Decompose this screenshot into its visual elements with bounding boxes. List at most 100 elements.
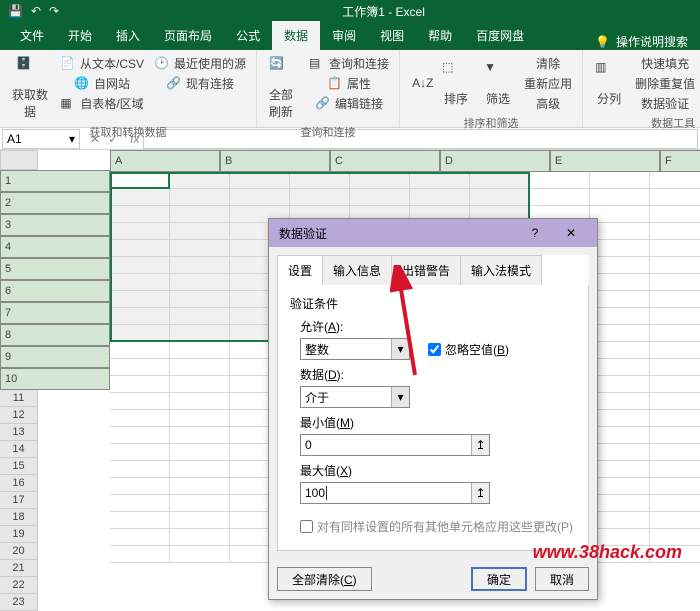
col-header[interactable]: A bbox=[110, 150, 220, 172]
cell[interactable] bbox=[170, 427, 230, 444]
cell[interactable] bbox=[650, 461, 700, 478]
sort-button[interactable]: ⬚排序 bbox=[438, 54, 474, 113]
cell[interactable] bbox=[110, 461, 170, 478]
row-header[interactable]: 17 bbox=[0, 492, 38, 509]
cell[interactable] bbox=[650, 240, 700, 257]
row-header[interactable]: 5 bbox=[0, 258, 110, 280]
cell[interactable] bbox=[170, 172, 230, 189]
cell[interactable] bbox=[170, 461, 230, 478]
data-select[interactable]: 介于▾ bbox=[300, 386, 410, 408]
tab-formulas[interactable]: 公式 bbox=[224, 21, 272, 50]
cell[interactable] bbox=[110, 478, 170, 495]
cell[interactable] bbox=[230, 189, 290, 206]
cell[interactable] bbox=[590, 325, 650, 342]
cell[interactable] bbox=[170, 512, 230, 529]
tab-help[interactable]: 帮助 bbox=[416, 21, 464, 50]
dialog-close-button[interactable]: ✕ bbox=[555, 222, 587, 244]
row-header[interactable]: 12 bbox=[0, 407, 38, 424]
from-table-button[interactable]: ▦自表格/区域 bbox=[58, 94, 146, 113]
col-header[interactable]: B bbox=[220, 150, 330, 172]
cell[interactable] bbox=[170, 223, 230, 240]
cell[interactable] bbox=[230, 172, 290, 189]
select-all-corner[interactable] bbox=[0, 150, 38, 170]
cell[interactable] bbox=[170, 393, 230, 410]
cell[interactable] bbox=[650, 444, 700, 461]
dialog-tab-input-message[interactable]: 输入信息 bbox=[322, 255, 392, 285]
cell[interactable] bbox=[170, 359, 230, 376]
cell[interactable] bbox=[650, 189, 700, 206]
row-header[interactable]: 8 bbox=[0, 324, 110, 346]
range-picker-icon[interactable]: ↥ bbox=[471, 435, 489, 455]
tab-baidupan[interactable]: 百度网盘 bbox=[464, 21, 536, 50]
cell[interactable] bbox=[650, 291, 700, 308]
cell[interactable] bbox=[110, 325, 170, 342]
cell[interactable] bbox=[530, 172, 590, 189]
cell[interactable] bbox=[170, 274, 230, 291]
row-header[interactable]: 9 bbox=[0, 346, 110, 368]
edit-links-button[interactable]: 🔗编辑链接 bbox=[307, 94, 391, 113]
undo-icon[interactable]: ↶ bbox=[31, 4, 41, 18]
cell[interactable] bbox=[170, 529, 230, 546]
cell[interactable] bbox=[590, 512, 650, 529]
recent-sources-button[interactable]: 🕑最近使用的源 bbox=[152, 54, 248, 73]
filter-button[interactable]: ▼筛选 bbox=[480, 54, 516, 113]
cell[interactable] bbox=[170, 376, 230, 393]
cell[interactable] bbox=[290, 189, 350, 206]
cell[interactable] bbox=[110, 206, 170, 223]
cell[interactable] bbox=[590, 291, 650, 308]
properties-button[interactable]: 📋属性 bbox=[307, 74, 391, 93]
advanced-button[interactable]: 高级 bbox=[522, 94, 574, 113]
dialog-tab-ime-mode[interactable]: 输入法模式 bbox=[460, 255, 542, 285]
dialog-tab-error-alert[interactable]: 出错警告 bbox=[391, 255, 461, 285]
remove-dups-button[interactable]: 删除重复值 bbox=[633, 74, 697, 93]
sort-az-button[interactable]: A↓Z bbox=[408, 54, 432, 113]
dialog-help-button[interactable]: ? bbox=[519, 222, 551, 244]
cell[interactable] bbox=[590, 308, 650, 325]
cell[interactable] bbox=[590, 495, 650, 512]
save-icon[interactable]: 💾 bbox=[8, 4, 23, 18]
cell[interactable] bbox=[170, 546, 230, 563]
cell[interactable] bbox=[110, 274, 170, 291]
flash-fill-button[interactable]: 快速填充 bbox=[633, 54, 697, 73]
row-header[interactable]: 22 bbox=[0, 577, 38, 594]
cell[interactable] bbox=[590, 240, 650, 257]
row-header[interactable]: 15 bbox=[0, 458, 38, 475]
data-validation-button[interactable]: 数据验证 bbox=[633, 94, 697, 113]
row-header[interactable]: 13 bbox=[0, 424, 38, 441]
tell-me-search[interactable]: 💡 操作说明搜索 bbox=[595, 33, 700, 50]
cell[interactable] bbox=[110, 427, 170, 444]
row-header[interactable]: 3 bbox=[0, 214, 110, 236]
cell[interactable] bbox=[170, 308, 230, 325]
cell[interactable] bbox=[410, 172, 470, 189]
cell[interactable] bbox=[650, 478, 700, 495]
cell[interactable] bbox=[350, 172, 410, 189]
cell[interactable] bbox=[650, 512, 700, 529]
tab-view[interactable]: 视图 bbox=[368, 21, 416, 50]
cell[interactable] bbox=[110, 172, 170, 189]
clear-filter-button[interactable]: 清除 bbox=[522, 54, 574, 73]
cell[interactable] bbox=[590, 461, 650, 478]
cell[interactable] bbox=[170, 291, 230, 308]
cell[interactable] bbox=[590, 206, 650, 223]
cell[interactable] bbox=[170, 206, 230, 223]
cell[interactable] bbox=[650, 257, 700, 274]
cell[interactable] bbox=[650, 342, 700, 359]
reapply-button[interactable]: 重新应用 bbox=[522, 74, 574, 93]
cell[interactable] bbox=[650, 495, 700, 512]
cell[interactable] bbox=[170, 257, 230, 274]
allow-select[interactable]: 整数▾ bbox=[300, 338, 410, 360]
cell[interactable] bbox=[590, 410, 650, 427]
cell[interactable] bbox=[170, 240, 230, 257]
max-input[interactable]: 100↥ bbox=[300, 482, 490, 504]
cell[interactable] bbox=[650, 206, 700, 223]
cell[interactable] bbox=[590, 342, 650, 359]
cell[interactable] bbox=[650, 325, 700, 342]
cell[interactable] bbox=[470, 189, 530, 206]
cell[interactable] bbox=[110, 342, 170, 359]
row-header[interactable]: 18 bbox=[0, 509, 38, 526]
apply-others-checkbox[interactable]: 对有同样设置的所有其他单元格应用这些更改(P) bbox=[300, 518, 573, 535]
ok-button[interactable]: 确定 bbox=[471, 567, 527, 591]
row-header[interactable]: 7 bbox=[0, 302, 110, 324]
row-header[interactable]: 21 bbox=[0, 560, 38, 577]
cell[interactable] bbox=[590, 478, 650, 495]
